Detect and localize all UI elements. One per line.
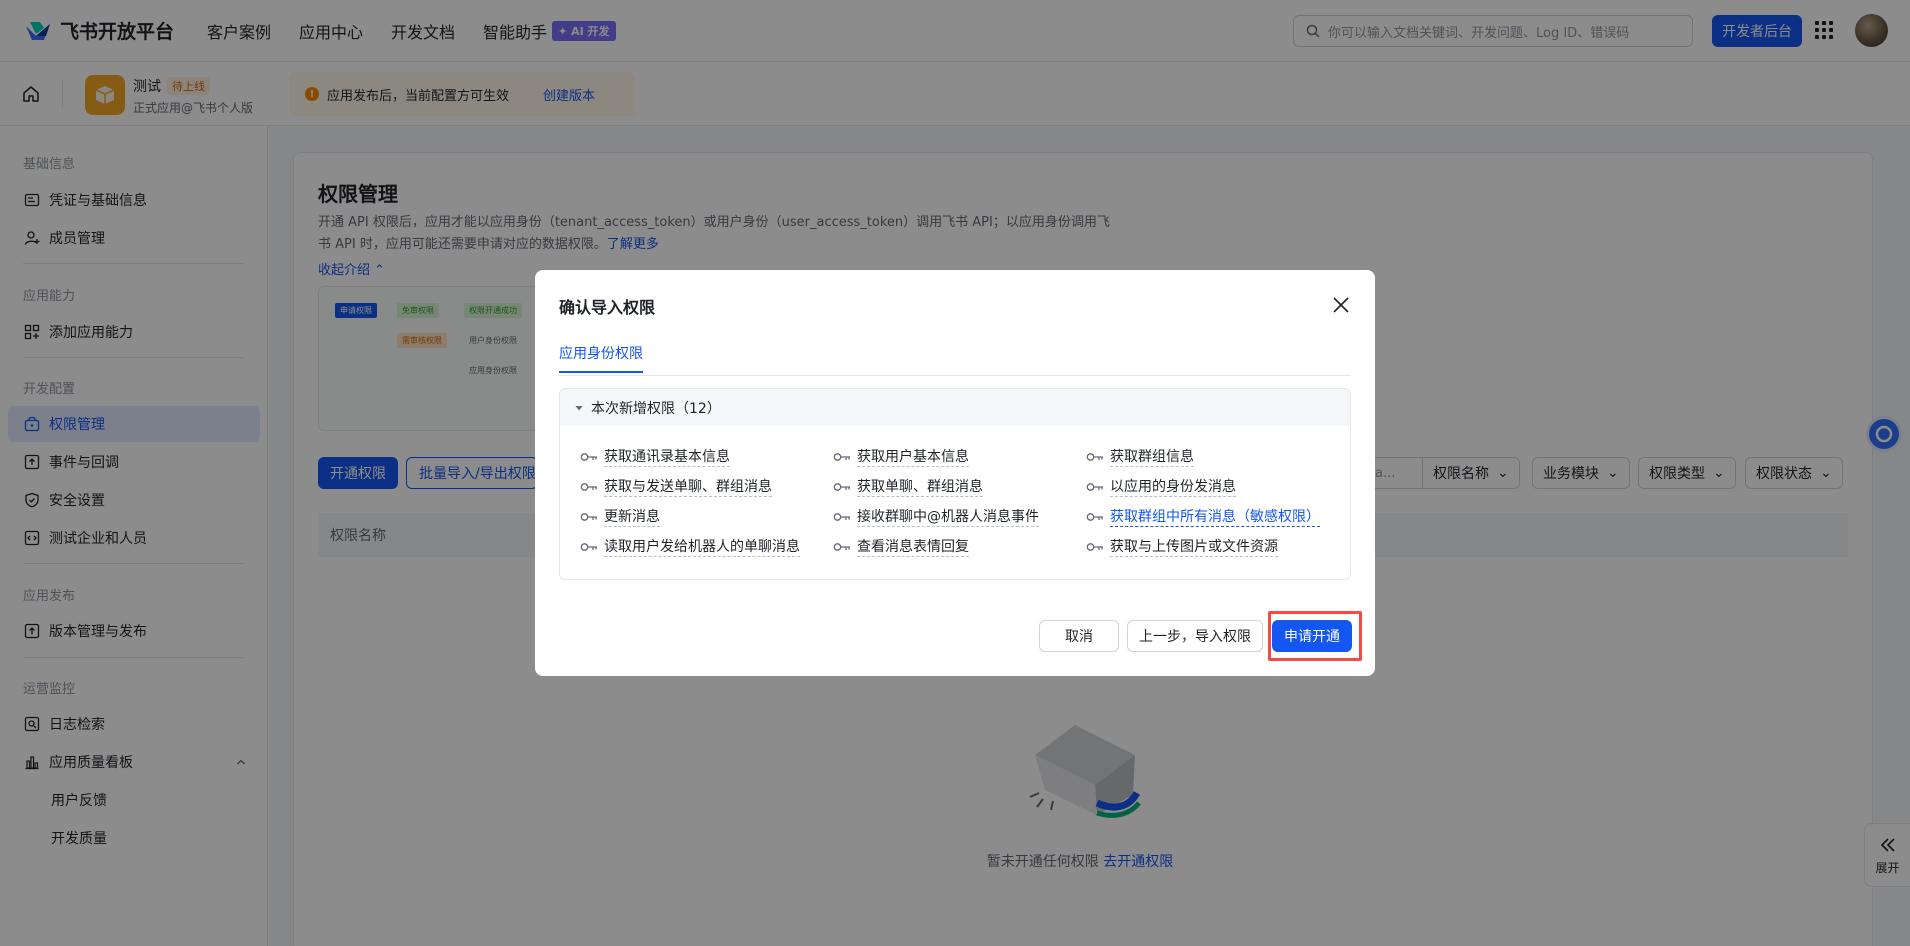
permission-label: 查看消息表情回复	[857, 538, 969, 557]
new-permission-group: 本次新增权限（12） 获取通讯录基本信息 获取用户基本信息 获取群组信息获取与发送单…	[559, 388, 1351, 580]
close-icon[interactable]	[1332, 296, 1350, 314]
dialog-title: 确认导入权限	[559, 298, 656, 317]
permission-item[interactable]: 获取与发送单聊、群组消息	[580, 477, 833, 497]
key-icon	[1086, 483, 1103, 491]
permission-item[interactable]: 获取群组中所有消息（敏感权限）	[1086, 507, 1339, 527]
permission-label: 接收群聊中@机器人消息事件	[857, 508, 1039, 527]
permission-label: 获取用户基本信息	[857, 448, 969, 467]
permission-label: 读取用户发给机器人的单聊消息	[604, 538, 800, 557]
permission-item[interactable]: 获取单聊、群组消息	[833, 477, 1086, 497]
permission-item[interactable]: 以应用的身份发消息	[1086, 477, 1339, 497]
key-icon	[833, 513, 850, 521]
permission-item[interactable]: 获取通讯录基本信息	[580, 447, 833, 467]
key-icon	[580, 453, 597, 461]
key-icon	[833, 543, 850, 551]
permission-group-label: 本次新增权限（12）	[591, 400, 721, 417]
key-icon	[1086, 543, 1103, 551]
permission-item[interactable]: 更新消息	[580, 507, 833, 527]
key-icon	[833, 483, 850, 491]
key-icon	[1086, 513, 1103, 521]
tab-divider	[559, 375, 1351, 376]
permission-item[interactable]: 获取用户基本信息	[833, 447, 1086, 467]
permission-label: 获取与发送单聊、群组消息	[604, 478, 772, 497]
permission-label: 更新消息	[604, 508, 660, 527]
key-icon	[580, 513, 597, 521]
permission-item[interactable]: 接收群聊中@机器人消息事件	[833, 507, 1086, 527]
permission-label: 获取群组中所有消息（敏感权限）	[1110, 508, 1320, 527]
permission-item[interactable]: 读取用户发给机器人的单聊消息	[580, 537, 833, 557]
previous-step-button[interactable]: 上一步，导入权限	[1127, 620, 1263, 652]
key-icon	[580, 543, 597, 551]
permission-label: 获取通讯录基本信息	[604, 448, 730, 467]
permission-item[interactable]: 获取与上传图片或文件资源	[1086, 537, 1339, 557]
permission-item[interactable]: 查看消息表情回复	[833, 537, 1086, 557]
tab-app-identity-permission[interactable]: 应用身份权限	[559, 343, 643, 373]
caret-down-icon	[575, 405, 583, 410]
confirm-import-permission-dialog: 确认导入权限 应用身份权限 本次新增权限（12） 获取通讯录基本信息 获取用户基本…	[535, 270, 1375, 676]
permission-group-header[interactable]: 本次新增权限（12）	[560, 389, 1350, 426]
key-icon	[1086, 453, 1103, 461]
permission-label: 获取群组信息	[1110, 448, 1194, 467]
permission-label: 获取单聊、群组消息	[857, 478, 983, 497]
key-icon	[580, 483, 597, 491]
permission-item[interactable]: 获取群组信息	[1086, 447, 1339, 467]
highlight-box	[1268, 611, 1362, 661]
cancel-button[interactable]: 取消	[1039, 620, 1119, 652]
permission-label: 以应用的身份发消息	[1110, 478, 1236, 497]
permission-label: 获取与上传图片或文件资源	[1110, 538, 1278, 557]
key-icon	[833, 453, 850, 461]
permission-list: 获取通讯录基本信息 获取用户基本信息 获取群组信息获取与发送单聊、群组消息 获取单聊、…	[580, 447, 1339, 557]
